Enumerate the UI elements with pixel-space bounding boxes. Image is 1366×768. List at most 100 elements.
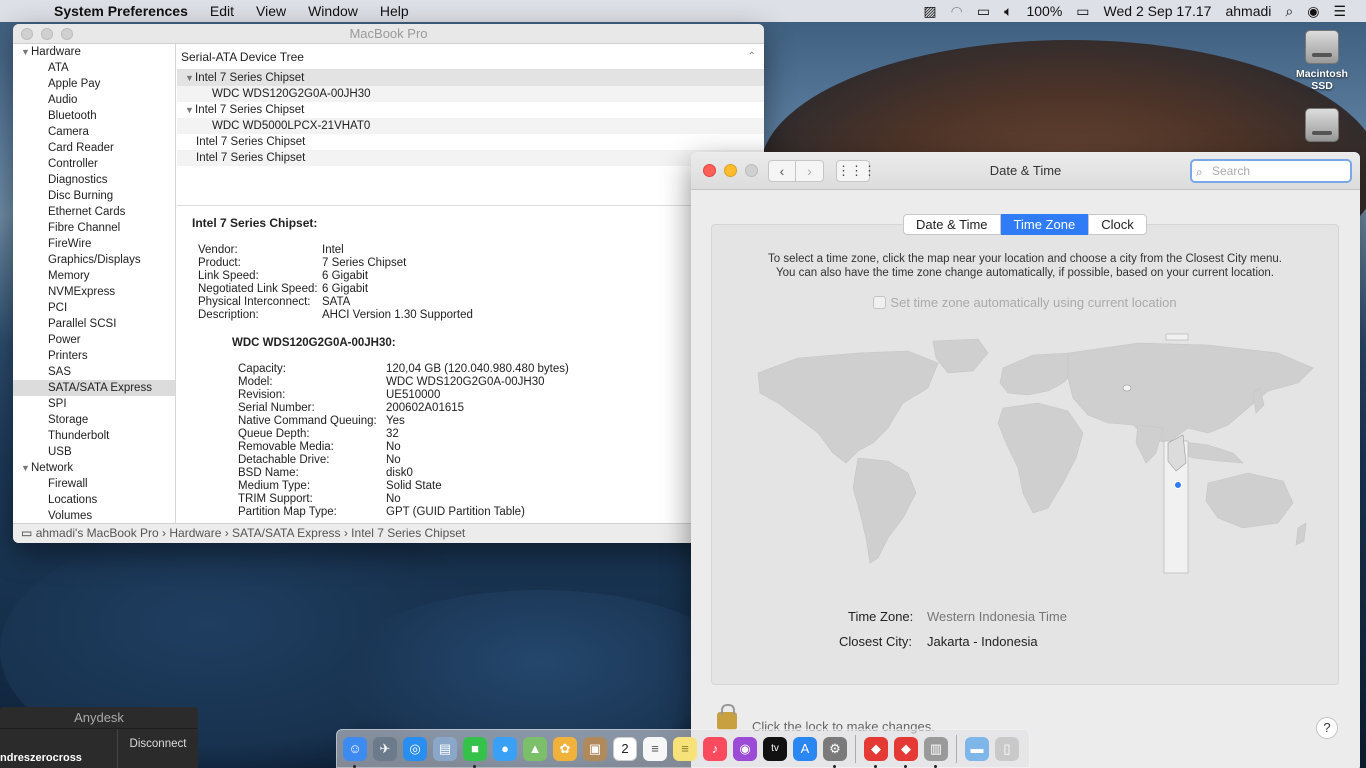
menubar-user[interactable]: ahmadi (1225, 3, 1271, 19)
facetime-icon[interactable]: ■ (463, 736, 487, 768)
sidebar-item[interactable]: SAS (13, 364, 175, 380)
sidebar-item[interactable]: Thunderbolt (13, 428, 175, 444)
app-menu[interactable]: System Preferences (54, 3, 188, 19)
tab-clock[interactable]: Clock (1088, 214, 1147, 235)
finder-icon[interactable]: ☺ (343, 736, 367, 768)
sidebar-group[interactable]: ▼Network (13, 460, 175, 476)
activity-monitor-icon[interactable]: ▨ (923, 3, 936, 20)
tab-time-zone[interactable]: Time Zone (1000, 214, 1089, 235)
sidebar-item[interactable]: Card Reader (13, 140, 175, 156)
sidebar-item[interactable]: Camera (13, 124, 175, 140)
sidebar-item[interactable]: NVMExpress (13, 284, 175, 300)
window-titlebar[interactable]: MacBook Pro (13, 24, 764, 44)
podcasts-icon[interactable]: ◉ (733, 736, 757, 761)
zoom-button[interactable] (61, 28, 73, 40)
sidebar-item[interactable]: Firewall (13, 476, 175, 492)
sidebar-item[interactable]: Controller (13, 156, 175, 172)
menu-window[interactable]: Window (308, 3, 358, 19)
sidebar-item[interactable]: Diagnostics (13, 172, 175, 188)
music-icon[interactable]: ♪ (703, 736, 727, 761)
folder-icon[interactable]: ▬ (965, 736, 989, 761)
help-button[interactable]: ? (1316, 717, 1338, 739)
notes-icon[interactable]: ≡ (673, 736, 697, 761)
search-input[interactable]: ⌕ Search (1190, 159, 1352, 183)
airplay-icon[interactable]: ▭ (977, 3, 990, 20)
menu-help[interactable]: Help (380, 3, 409, 19)
desktop-disk-macintosh-ssd[interactable]: Macintosh SSD (1292, 30, 1352, 92)
spotlight-search-icon[interactable]: ⌕ (1285, 3, 1293, 20)
sidebar-item[interactable]: Volumes (13, 508, 175, 523)
tree-row[interactable]: WDC WDS120G2G0A-00JH30 (177, 86, 764, 102)
sidebar-item[interactable]: Locations (13, 492, 175, 508)
disclosure-triangle-icon[interactable]: ▼ (21, 460, 31, 476)
siri-icon[interactable]: ◉ (1307, 3, 1319, 20)
world-map[interactable] (738, 333, 1318, 583)
battery-icon[interactable]: ▭ (1076, 3, 1089, 20)
sidebar-item[interactable]: Storage (13, 412, 175, 428)
property-row: Product: 7 Series Chipset (192, 257, 764, 270)
sidebar-item[interactable]: Audio (13, 92, 175, 108)
maps-icon[interactable]: ▲ (523, 736, 547, 761)
tv-icon[interactable]: tv (763, 736, 787, 761)
printer-icon[interactable]: ▥ (924, 736, 948, 768)
device-tree-header[interactable]: Serial-ATA Device Tree ⌃ (177, 44, 764, 70)
lock-icon[interactable] (717, 704, 737, 730)
notification-center-icon[interactable]: ☰ (1333, 3, 1346, 20)
tree-row[interactable]: WDC WD5000LPCX-21VHAT0 (177, 118, 764, 134)
volume-icon[interactable]: 🔈︎ (1004, 3, 1012, 20)
sidebar-item[interactable]: SPI (13, 396, 175, 412)
reminders-icon[interactable]: ≡ (643, 736, 667, 761)
disclosure-triangle-icon[interactable]: ▼ (185, 102, 195, 118)
photos-icon[interactable]: ✿ (553, 736, 577, 761)
preview-icon[interactable]: ▤ (433, 736, 457, 761)
disconnect-button[interactable]: Disconnect (117, 729, 198, 768)
sidebar-item[interactable]: Power (13, 332, 175, 348)
disclosure-triangle-icon[interactable]: ▼ (21, 44, 31, 60)
tree-row[interactable]: ▼Intel 7 Series Chipset (177, 102, 764, 118)
anydesk-alt-icon[interactable]: ◆ (894, 736, 918, 768)
contacts-icon[interactable]: ▣ (583, 736, 607, 761)
sidebar-item[interactable]: Bluetooth (13, 108, 175, 124)
menubar-clock[interactable]: Wed 2 Sep 17.17 (1104, 3, 1212, 19)
system-preferences-icon[interactable]: ⚙ (823, 736, 847, 768)
app-store-icon[interactable]: A (793, 736, 817, 761)
sidebar-item[interactable]: Ethernet Cards (13, 204, 175, 220)
disclosure-triangle-icon[interactable]: ▼ (185, 70, 195, 86)
wifi-icon[interactable]: ◠ (951, 3, 963, 20)
safari-icon[interactable]: ◎ (403, 736, 427, 761)
sidebar-item[interactable]: Apple Pay (13, 76, 175, 92)
path-bar-text[interactable]: ahmadi's MacBook Pro › Hardware › SATA/S… (36, 526, 466, 540)
sidebar-item[interactable]: Printers (13, 348, 175, 364)
anydesk-icon[interactable]: ◆ (864, 736, 888, 768)
sidebar-item[interactable]: Disc Burning (13, 188, 175, 204)
auto-time-zone-checkbox[interactable] (873, 296, 887, 309)
sidebar-item[interactable]: USB (13, 444, 175, 460)
property-value: 7 Series Chipset (322, 257, 407, 269)
sidebar-item[interactable]: Memory (13, 268, 175, 284)
tree-row[interactable]: Intel 7 Series Chipset (177, 134, 764, 150)
minimize-button[interactable] (41, 28, 53, 40)
closest-city-value[interactable]: Jakarta - Indonesia (927, 634, 1038, 649)
messages-icon[interactable]: ● (493, 736, 517, 761)
sidebar-item[interactable]: Fibre Channel (13, 220, 175, 236)
sidebar-item[interactable]: ATA (13, 60, 175, 76)
close-button[interactable] (21, 28, 33, 40)
sidebar-item[interactable]: PCI (13, 300, 175, 316)
property-value: No (386, 441, 401, 453)
tree-row[interactable]: ▼Intel 7 Series Chipset (177, 70, 764, 86)
sidebar-item[interactable]: FireWire (13, 236, 175, 252)
desktop-disk-second[interactable] (1292, 108, 1352, 146)
tree-row[interactable]: Intel 7 Series Chipset (177, 150, 764, 166)
menu-view[interactable]: View (256, 3, 286, 19)
menu-edit[interactable]: Edit (210, 3, 234, 19)
sort-caret-icon[interactable]: ⌃ (748, 44, 756, 70)
sidebar-item[interactable]: SATA/SATA Express (13, 380, 175, 396)
tab-date-time[interactable]: Date & Time (903, 214, 1001, 235)
battery-percent[interactable]: 100% (1026, 3, 1062, 19)
sidebar-group[interactable]: ▼Hardware (13, 44, 175, 60)
calendar-icon[interactable]: 2 (613, 736, 637, 761)
sidebar-item[interactable]: Graphics/Displays (13, 252, 175, 268)
trash-icon[interactable]: ▯ (995, 736, 1019, 761)
launchpad-icon[interactable]: ✈ (373, 736, 397, 761)
sidebar-item[interactable]: Parallel SCSI (13, 316, 175, 332)
